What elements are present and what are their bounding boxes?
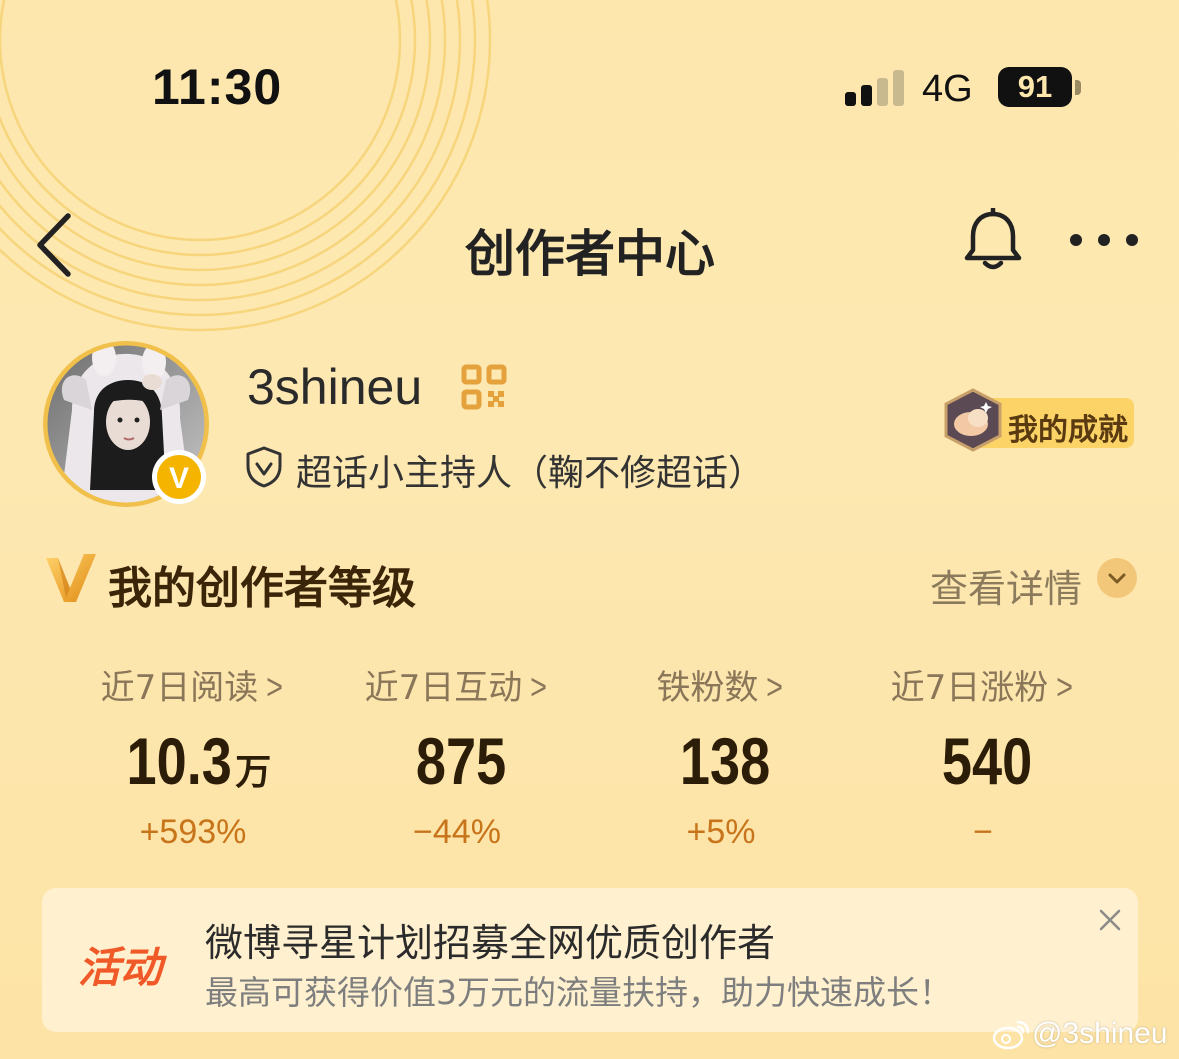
- chevron-right-icon: >: [266, 666, 284, 707]
- stat-new-followers[interactable]: 近7日涨粉 > 540 −: [852, 660, 1114, 852]
- avatar[interactable]: V: [42, 340, 210, 508]
- stat-value: 10.3: [126, 724, 232, 798]
- chevron-down-icon[interactable]: [1096, 557, 1138, 599]
- battery-indicator: 91: [998, 67, 1072, 107]
- qr-code-icon[interactable]: [461, 364, 507, 410]
- stat-value: 540: [941, 724, 1033, 798]
- bell-icon[interactable]: [962, 208, 1024, 272]
- stat-change: +5%: [686, 813, 756, 851]
- activity-description: 最高可获得价值3万元的流量扶持，助力快速成长！: [205, 973, 952, 1012]
- page-title: 创作者中心: [465, 225, 715, 283]
- achievement-badge-icon: [944, 388, 1002, 452]
- verified-badge-letter: V: [169, 462, 189, 495]
- stat-value: 875: [415, 724, 507, 798]
- stat-label: 铁粉数 >: [656, 666, 784, 708]
- watermark-text: @3shineu: [1032, 1017, 1168, 1050]
- stat-label: 近7日涨粉 >: [890, 666, 1074, 708]
- stat-change: +593%: [139, 813, 247, 851]
- chevron-right-icon: >: [530, 666, 548, 707]
- creator-level-title: 我的创作者等级: [108, 563, 416, 614]
- stat-value: 138: [679, 724, 771, 798]
- stat-unit: 万: [235, 752, 272, 793]
- activity-banner[interactable]: 活动 微博寻星计划招募全网优质创作者 最高可获得价值3万元的流量扶持，助力快速成…: [42, 888, 1138, 1032]
- status-time: 11:30: [152, 59, 283, 115]
- achievements-button[interactable]: 我的成就: [942, 388, 1134, 452]
- stat-interactions[interactable]: 近7日互动 > 875 −44%: [326, 660, 588, 852]
- chevron-right-icon: >: [1056, 666, 1074, 707]
- watermark: @3shineu: [992, 1014, 1168, 1054]
- stat-change: −: [973, 813, 993, 851]
- back-button[interactable]: [30, 210, 80, 280]
- creator-v-icon: [46, 554, 96, 602]
- weibo-logo-icon: [992, 1020, 1030, 1050]
- network-type: 4G: [922, 68, 973, 110]
- view-details-link[interactable]: 查看详情: [930, 558, 1082, 613]
- close-icon[interactable]: [1090, 900, 1130, 940]
- achievements-label: 我的成就: [1008, 413, 1128, 448]
- activity-tag: 活动: [78, 943, 163, 992]
- stat-label: 近7日阅读 >: [100, 666, 284, 708]
- role-text[interactable]: 超话小主持人（鞠不修超话）: [296, 444, 764, 496]
- creator-center-screen: 11:30 4G 91 创作者中心 V 3shineu 超话小主持人（鞠不修超话…: [0, 0, 1179, 1059]
- activity-title: 微博寻星计划招募全网优质创作者: [205, 921, 776, 965]
- stat-label: 近7日互动 >: [364, 666, 548, 708]
- shield-check-icon: [246, 446, 282, 488]
- chevron-right-icon: >: [766, 666, 784, 707]
- stat-change: −44%: [413, 813, 501, 851]
- username: 3shineu: [247, 359, 423, 415]
- stat-reads[interactable]: 近7日阅读 > 10.3万 +593%: [62, 660, 324, 852]
- stat-loyal-fans[interactable]: 铁粉数 > 138 +5%: [590, 660, 852, 852]
- cellular-signal-icon: [845, 70, 904, 106]
- battery-tip: [1075, 80, 1081, 95]
- more-dots-icon[interactable]: [1066, 225, 1142, 255]
